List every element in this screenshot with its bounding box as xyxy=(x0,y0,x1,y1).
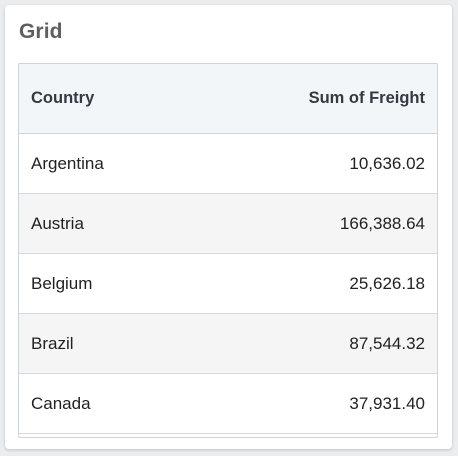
table-row[interactable]: Brazil 87,544.32 xyxy=(19,314,437,374)
table-row[interactable]: Austria 166,388.64 xyxy=(19,194,437,254)
freight-cell: 166,388.64 xyxy=(339,213,425,233)
country-cell: Brazil xyxy=(31,333,74,353)
country-cell: Belgium xyxy=(31,273,93,293)
grid-card: Grid Country Sum of Freight Argentina 10… xyxy=(5,5,452,449)
country-cell: Canada xyxy=(31,393,91,413)
card-title: Grid xyxy=(19,20,63,43)
grid-header: Country Sum of Freight xyxy=(19,64,437,134)
freight-cell: 10,636.02 xyxy=(349,153,425,173)
freight-cell: 37,931.40 xyxy=(349,393,425,413)
table-row[interactable]: Canada 37,931.40 xyxy=(19,374,437,434)
column-header-country[interactable]: Country xyxy=(19,89,228,108)
freight-cell: 25,626.18 xyxy=(349,273,425,293)
table-row[interactable]: Argentina 10,636.02 xyxy=(19,134,437,194)
country-cell: Austria xyxy=(31,213,84,233)
data-grid: Country Sum of Freight Argentina 10,636.… xyxy=(18,63,438,438)
column-header-sum-of-freight[interactable]: Sum of Freight xyxy=(228,89,437,108)
table-row[interactable]: Belgium 25,626.18 xyxy=(19,254,437,314)
freight-cell: 87,544.32 xyxy=(349,333,425,353)
country-cell: Argentina xyxy=(31,153,104,173)
